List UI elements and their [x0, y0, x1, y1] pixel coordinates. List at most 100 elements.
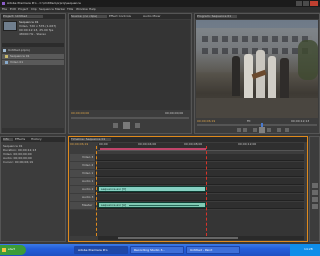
source-viewer — [70, 20, 190, 110]
track-header-audio-2[interactable]: Audio 2 — [70, 186, 96, 193]
tools-panel — [309, 136, 320, 242]
list-item[interactable]: Sequence 01 — [2, 54, 64, 59]
maximize-button[interactable] — [303, 1, 309, 6]
step-forward-icon[interactable] — [135, 123, 140, 128]
selection-tool-icon[interactable] — [312, 183, 318, 188]
loop-icon[interactable] — [277, 128, 281, 132]
step-back-icon[interactable] — [253, 128, 257, 132]
tab-history[interactable]: History — [31, 138, 45, 141]
razor-tool-icon[interactable] — [312, 190, 318, 195]
list-item-label: Untitled.prproj — [8, 49, 30, 52]
minimize-button[interactable] — [296, 1, 302, 6]
menu-marker[interactable]: Marker — [55, 8, 65, 11]
audio-clip[interactable]: sequence.avi [A] — [98, 202, 206, 208]
project-bottom-bar — [2, 128, 64, 133]
app-icon — [2, 2, 5, 5]
list-item-label: Sequence 01 — [10, 55, 30, 58]
track-audio-3[interactable] — [97, 194, 304, 201]
menu-clip[interactable]: Clip — [31, 8, 37, 11]
program-fit-dropdown[interactable]: Fit — [247, 120, 257, 123]
play-icon[interactable] — [123, 122, 130, 129]
tab-effects[interactable]: Effects — [15, 138, 29, 141]
track-label: Video 1 — [82, 172, 94, 175]
taskbar-item[interactable]: Untitled - Paint — [186, 246, 240, 254]
track-label: Audio 3 — [82, 196, 94, 199]
track-video-1[interactable] — [97, 170, 304, 177]
source-scrubber[interactable] — [71, 117, 189, 119]
system-tray: 14:28 — [290, 244, 320, 256]
program-viewer-frame — [196, 20, 318, 118]
tab-program[interactable]: Program: Sequence 01 — [197, 15, 237, 18]
list-item[interactable]: Untitled.prproj — [2, 48, 64, 53]
ruler-label: 00;00;04;00 — [138, 143, 157, 146]
clip-label: sequence.avi [V] — [101, 188, 127, 191]
project-preview-name: Sequence 01 — [19, 21, 39, 24]
step-back-icon[interactable] — [113, 123, 118, 128]
menu-edit[interactable]: Edit — [10, 8, 16, 11]
menu-help[interactable]: Help — [89, 8, 96, 11]
tab-timeline[interactable]: Timeline: Sequence 01 — [71, 138, 111, 141]
list-item-label: Video 01 — [10, 61, 24, 64]
project-icon — [3, 49, 6, 52]
project-preview-info-3: 48000 Hz - Stereo — [19, 33, 47, 36]
menu-title[interactable]: Title — [67, 8, 73, 11]
project-preview-info-2: 00:00:12:13, 25.00 fps — [19, 29, 54, 32]
track-video-3[interactable] — [97, 154, 304, 161]
taskbar-item[interactable]: Recording Studio 3... — [130, 246, 184, 254]
project-list-header — [2, 43, 64, 47]
timeline-playhead[interactable] — [206, 146, 207, 236]
sequence-icon — [5, 55, 8, 58]
info-panel: Info Effects History Sequence 01 Duratio… — [0, 136, 66, 242]
tab-project[interactable]: Project: Untitled — [3, 15, 43, 18]
track-header-video-3[interactable]: Video 3 — [70, 154, 96, 161]
work-area-bar[interactable] — [100, 148, 206, 150]
tab-audio-mixer[interactable]: Audio Mixer — [143, 15, 173, 18]
ruler-label: 00;00;12;00 — [238, 143, 257, 146]
tab-effect-controls[interactable]: Effect Controls — [109, 15, 141, 18]
menu-file[interactable]: File — [2, 8, 7, 11]
track-header-video-1[interactable]: Video 1 — [70, 170, 96, 177]
start-button[interactable]: start — [0, 245, 26, 255]
track-header-video-2[interactable]: Video 2 — [70, 162, 96, 169]
video-clip[interactable]: sequence.avi [V] — [98, 186, 206, 192]
menu-sequence[interactable]: Sequence — [39, 8, 54, 11]
close-button[interactable] — [310, 1, 318, 6]
timeline-tab-bar: Timeline: Sequence 01 — [69, 137, 307, 142]
program-tab-bar: Program: Sequence 01 — [195, 14, 319, 19]
tab-source[interactable]: Source: (no clips) — [71, 15, 107, 18]
export-frame-icon[interactable] — [285, 128, 289, 132]
program-scrubber[interactable] — [197, 123, 317, 127]
windows-logo-icon — [2, 248, 6, 252]
program-timecode-duration: 00;00;12;13 — [291, 120, 310, 123]
timeline-scrollbar[interactable] — [98, 236, 304, 240]
clock: 14:28 — [304, 248, 313, 251]
project-panel: Project: Untitled Sequence 01 Video, 720… — [0, 13, 66, 134]
scroll-thumb[interactable] — [118, 237, 238, 239]
person-figure — [268, 56, 276, 98]
track-header-audio-3[interactable]: Audio 3 — [70, 194, 96, 201]
menu-project[interactable]: Project — [18, 8, 28, 11]
track-video-2[interactable] — [97, 162, 304, 169]
info-tab-bar: Info Effects History — [1, 137, 65, 142]
step-forward-icon[interactable] — [267, 128, 271, 132]
info-line: Audio: 00;00;00;00 — [3, 157, 32, 160]
zoom-tool-icon[interactable] — [312, 204, 318, 209]
start-label: start — [8, 248, 15, 251]
track-audio-1[interactable] — [97, 178, 304, 185]
taskbar-item[interactable]: Adobe Premiere Pro — [74, 246, 128, 254]
source-timecode-current: 00;00;00;00 — [71, 112, 90, 115]
play-icon[interactable] — [259, 127, 265, 133]
tree-shape — [298, 40, 318, 80]
hand-tool-icon[interactable] — [312, 197, 318, 202]
timeline-ruler[interactable]: 00;00 00;00;04;00 00;00;08;00 00;00;12;0… — [98, 143, 304, 151]
menu-window[interactable]: Window — [76, 8, 88, 11]
track-header-audio-1[interactable]: Audio 1 — [70, 178, 96, 185]
track-label: Video 3 — [82, 156, 94, 159]
project-tab-bar: Project: Untitled — [1, 14, 65, 19]
set-out-icon[interactable] — [243, 128, 247, 132]
list-item[interactable]: Video 01 — [2, 60, 64, 65]
info-line: Sequence 01 — [3, 145, 23, 148]
track-header-master[interactable]: Master — [70, 202, 96, 209]
tab-info[interactable]: Info — [3, 138, 13, 141]
set-in-icon[interactable] — [237, 128, 241, 132]
